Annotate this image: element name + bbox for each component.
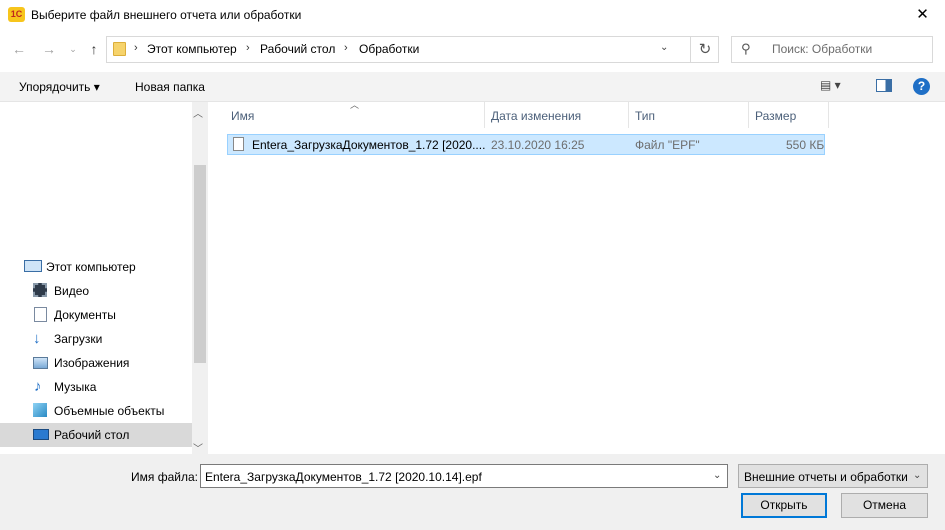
nav-label: Рабочий стол <box>54 428 130 442</box>
folder-icon <box>113 42 126 56</box>
app-1c-icon: 1С <box>8 7 25 22</box>
file-name[interactable]: Entera_ЗагрузкаДокументов_1.72 [2020.... <box>252 138 485 152</box>
pictures-icon <box>33 357 48 369</box>
nav-item-music[interactable]: ♪ Музыка <box>0 375 192 399</box>
3d-objects-icon <box>33 403 47 417</box>
search-icon: ⚲ <box>741 41 751 56</box>
column-divider[interactable] <box>748 102 749 128</box>
file-type: Файл "EPF" <box>635 138 700 152</box>
column-divider[interactable] <box>828 102 829 128</box>
organize-button[interactable]: Упорядочить ▾ <box>19 80 100 94</box>
scroll-up-icon[interactable]: ︿ <box>193 105 203 120</box>
back-arrow-icon[interactable]: ← <box>8 38 30 60</box>
breadcrumb-separator[interactable]: › <box>344 42 348 54</box>
breadcrumb-separator[interactable]: › <box>246 42 250 54</box>
column-header-name[interactable]: Имя <box>231 109 254 123</box>
sort-ascending-icon: ︿ <box>350 100 360 110</box>
column-header-date[interactable]: Дата изменения <box>491 109 581 123</box>
recent-locations-icon[interactable]: ⌄ <box>62 38 84 60</box>
downloads-icon: ↓ <box>33 330 41 347</box>
nav-label: Изображения <box>54 356 130 370</box>
nav-item-desktop[interactable]: Рабочий стол <box>0 423 192 447</box>
cancel-button[interactable]: Отмена <box>841 493 928 518</box>
computer-icon <box>24 260 42 272</box>
up-arrow-icon[interactable]: ↑ <box>83 38 105 60</box>
column-header-type[interactable]: Тип <box>635 109 655 123</box>
nav-item-this-pc[interactable]: Этот компьютер <box>0 255 192 279</box>
nav-label: Документы <box>54 308 116 322</box>
view-options-icon[interactable]: ▤ ▾ <box>820 78 860 96</box>
filter-dropdown-icon[interactable]: ⌄ <box>913 470 921 481</box>
forward-arrow-icon[interactable]: → <box>38 38 60 60</box>
file-size: 550 КБ <box>786 138 825 152</box>
breadcrumb-separator[interactable]: › <box>134 42 138 54</box>
scroll-down-icon[interactable]: ﹀ <box>193 440 203 455</box>
file-icon <box>233 137 244 151</box>
documents-icon <box>34 307 47 322</box>
window-title: Выберите файл внешнего отчета или обрабо… <box>31 8 302 22</box>
close-button[interactable]: ✕ <box>900 0 945 30</box>
nav-scrollbar-thumb[interactable] <box>194 165 206 363</box>
nav-item-documents[interactable]: Документы <box>0 303 192 327</box>
search-placeholder: Поиск: Обработки <box>772 42 873 56</box>
filename-dropdown-icon[interactable]: ⌄ <box>713 470 721 481</box>
nav-label: Музыка <box>54 380 97 394</box>
desktop-icon <box>33 429 49 440</box>
filename-label: Имя файла: <box>131 470 198 484</box>
column-divider[interactable] <box>484 102 485 128</box>
nav-item-3d-objects[interactable]: Объемные объекты <box>0 399 192 423</box>
preview-pane-icon[interactable] <box>876 79 892 92</box>
nav-label: Этот компьютер <box>46 260 136 274</box>
new-folder-button[interactable]: Новая папка <box>135 80 205 94</box>
nav-item-pictures[interactable]: Изображения <box>0 351 192 375</box>
nav-label: Объемные объекты <box>54 404 165 418</box>
file-date: 23.10.2020 16:25 <box>491 138 585 152</box>
music-icon: ♪ <box>34 378 42 395</box>
file-type-filter-value[interactable]: Внешние отчеты и обработки <box>744 470 908 484</box>
video-icon <box>33 283 47 297</box>
help-icon[interactable]: ? <box>913 78 930 95</box>
nav-label: Видео <box>54 284 90 298</box>
breadcrumb-desktop[interactable]: Рабочий стол <box>260 42 335 56</box>
filename-value[interactable]: Entera_ЗагрузкаДокументов_1.72 [2020.10.… <box>205 470 482 484</box>
column-header-size[interactable]: Размер <box>755 109 796 123</box>
open-button[interactable]: Открыть <box>741 493 827 518</box>
nav-item-downloads[interactable]: ↓ Загрузки <box>0 327 192 351</box>
breadcrumb-this-pc[interactable]: Этот компьютер <box>147 42 237 56</box>
refresh-icon[interactable]: ↻ <box>690 37 719 62</box>
breadcrumb-current-folder[interactable]: Обработки <box>359 42 419 56</box>
address-dropdown-icon[interactable]: ⌄ <box>660 42 668 53</box>
nav-item-video[interactable]: Видео <box>0 279 192 303</box>
nav-label: Загрузки <box>54 332 103 346</box>
column-divider[interactable] <box>628 102 629 128</box>
